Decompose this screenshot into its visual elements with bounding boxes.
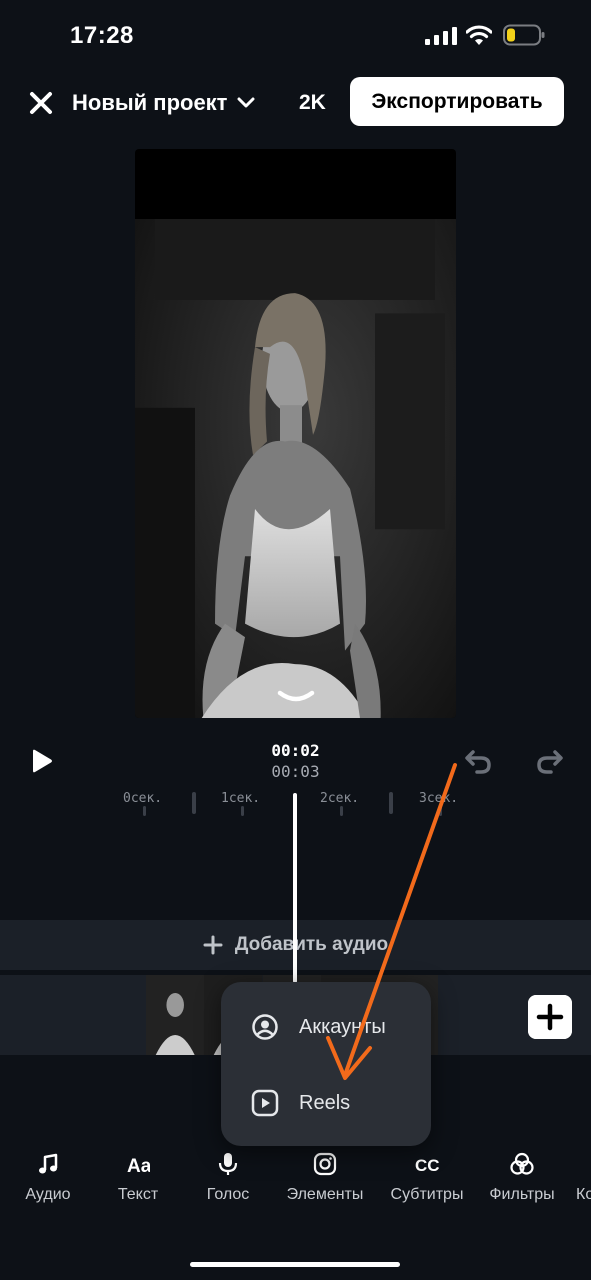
ruler-tick xyxy=(192,792,196,814)
preview-photo xyxy=(135,219,456,718)
instagram-icon xyxy=(313,1152,337,1176)
total-time: 00:03 xyxy=(271,762,320,781)
playhead[interactable] xyxy=(293,793,297,983)
chevron-down-icon xyxy=(237,97,255,108)
editor-header: Новый проект 2K Экспортировать xyxy=(0,76,591,130)
ruler-label: 0сек. xyxy=(123,791,163,806)
account-circle-icon xyxy=(252,1014,278,1040)
clip-thumbnail xyxy=(146,975,205,1055)
tool-label: Ко xyxy=(576,1186,591,1203)
ruler-tick xyxy=(143,806,146,816)
status-bar: 17:28 xyxy=(0,0,591,70)
undo-icon[interactable] xyxy=(464,748,492,774)
tool-label: Субтитры xyxy=(390,1186,464,1203)
project-title-dropdown[interactable]: Новый проект xyxy=(72,90,255,116)
music-note-icon xyxy=(39,1153,58,1174)
export-button[interactable]: Экспортировать xyxy=(350,77,564,126)
tool-label: Текст xyxy=(117,1186,159,1203)
popup-item-reels[interactable]: Reels xyxy=(221,1068,431,1138)
tool-more[interactable]: Ко xyxy=(570,1150,591,1206)
tool-label: Фильтры xyxy=(489,1186,555,1203)
video-preview[interactable] xyxy=(135,149,456,718)
text-aa-icon: Aa xyxy=(127,1156,150,1176)
tool-voice[interactable]: Голос xyxy=(183,1150,273,1206)
battery-icon xyxy=(503,24,545,46)
quality-selector[interactable]: 2K xyxy=(299,91,326,115)
popup-item-accounts[interactable]: Аккаунты xyxy=(221,992,431,1062)
ruler-tick xyxy=(439,806,442,816)
plus-icon xyxy=(203,935,223,955)
add-clip-plus-icon[interactable] xyxy=(528,995,572,1039)
cellular-signal-icon xyxy=(425,27,457,45)
tool-text[interactable]: Aa Текст xyxy=(93,1150,183,1206)
tool-audio[interactable]: Аудио xyxy=(3,1150,93,1206)
current-time: 00:02 xyxy=(271,741,320,760)
tool-subtitles[interactable]: CC Субтитры xyxy=(382,1150,472,1206)
bottom-toolbar: Аудио Aa Текст Голос Элементы CC Субтитр… xyxy=(0,1150,591,1210)
ruler-label: 1сек. xyxy=(221,791,261,806)
filters-icon xyxy=(510,1152,534,1175)
popup-item-label: Reels xyxy=(299,1091,351,1114)
home-indicator[interactable] xyxy=(190,1262,400,1267)
microphone-icon xyxy=(218,1153,238,1175)
ruler-tick xyxy=(241,806,244,816)
tool-label: Голос xyxy=(206,1186,250,1203)
svg-text:Aa: Aa xyxy=(127,1156,150,1176)
ruler-tick xyxy=(340,806,343,816)
wifi-icon xyxy=(466,25,492,45)
reels-icon xyxy=(251,1089,279,1117)
add-audio-label: Добавить аудио xyxy=(234,934,389,955)
ruler-label: 2сек. xyxy=(320,791,360,806)
ruler-label: 3сек. xyxy=(419,791,459,806)
tool-elements[interactable]: Элементы xyxy=(280,1150,370,1206)
status-time: 17:28 xyxy=(70,22,134,49)
collapse-chevron-icon[interactable] xyxy=(276,687,316,707)
tool-label: Аудио xyxy=(25,1186,71,1203)
cc-icon: CC xyxy=(415,1156,439,1175)
tool-label: Элементы xyxy=(286,1186,364,1203)
redo-icon[interactable] xyxy=(536,748,564,774)
popup-item-label: Аккаунты xyxy=(299,1015,386,1038)
tool-filters[interactable]: Фильтры xyxy=(477,1150,567,1206)
ruler-tick xyxy=(389,792,393,814)
project-title: Новый проект xyxy=(72,90,228,115)
svg-text:CC: CC xyxy=(415,1156,439,1175)
close-icon[interactable] xyxy=(28,90,54,116)
share-popup-menu: Аккаунты Reels xyxy=(221,982,431,1146)
